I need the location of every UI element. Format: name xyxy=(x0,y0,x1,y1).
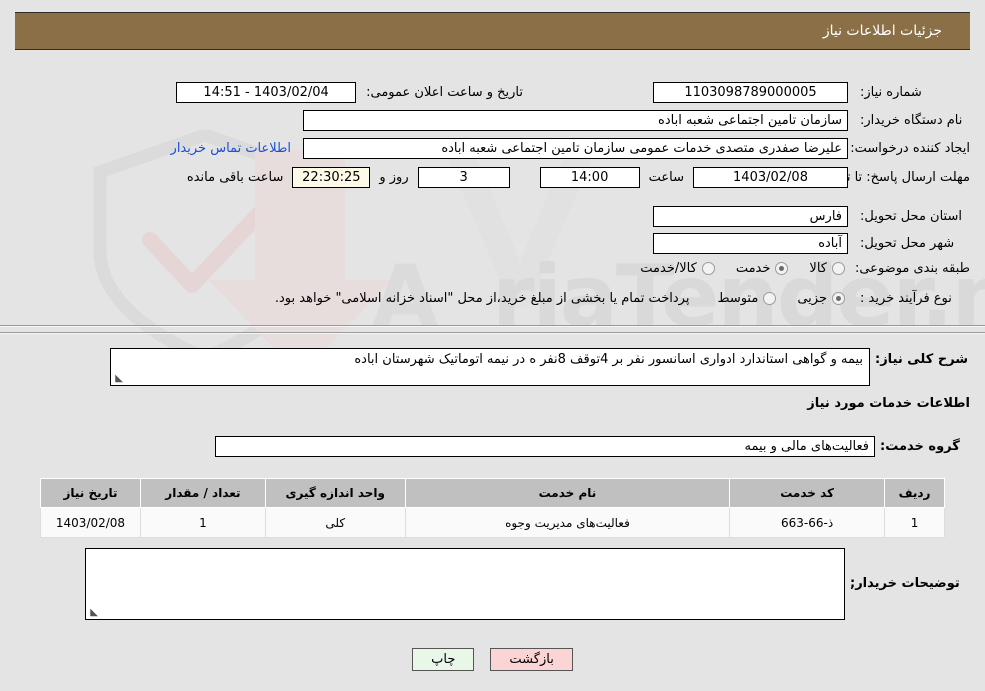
resize-handle-icon[interactable]: ◣ xyxy=(88,608,98,618)
city-label: شهر محل تحویل: xyxy=(860,236,955,251)
table-row[interactable]: 1 ذ-66-663 فعالیت‌های مدیریت وجوه کلی 1 … xyxy=(40,507,945,538)
page-header: جزئیات اطلاعات نیاز xyxy=(15,12,970,50)
province-row: استان محل تحویل: فارس xyxy=(653,206,970,227)
cell-date: 1403/02/08 xyxy=(40,507,141,538)
need-number-label: شماره نیاز: xyxy=(860,85,922,100)
deadline-date-value[interactable]: 1403/02/08 xyxy=(693,167,848,188)
payment-note: پرداخت تمام یا بخشی از مبلغ خرید،از محل … xyxy=(274,291,690,306)
buyer-contact-link[interactable]: اطلاعات تماس خریدار xyxy=(171,141,291,156)
radio-icon[interactable] xyxy=(832,262,845,275)
days-label: روز و xyxy=(379,170,409,185)
purchase-type-option-label: متوسط xyxy=(717,291,759,306)
city-value[interactable]: آباده xyxy=(653,233,848,254)
page-title: جزئیات اطلاعات نیاز xyxy=(822,23,942,39)
radio-icon[interactable] xyxy=(701,262,715,275)
service-group-row: گروه خدمت: فعالیت‌های مالی و بیمه xyxy=(215,436,970,457)
countdown-value: 22:30:25 xyxy=(292,167,371,188)
services-table-wrapper: ردیف کد خدمت نام خدمت واحد اندازه گیری ت… xyxy=(40,478,945,538)
service-group-value[interactable]: فعالیت‌های مالی و بیمه xyxy=(215,436,875,457)
cell-quantity: 1 xyxy=(140,507,266,538)
buyer-notes-row: توضیحات خریدار; ◣ xyxy=(85,548,970,620)
category-option-label: کالا xyxy=(809,261,827,276)
province-label: استان محل تحویل: xyxy=(860,209,962,224)
page-root: riaTender.net A جزئیات اطلاعات نیاز شمار… xyxy=(0,0,985,691)
hour-label: ساعت xyxy=(648,170,684,185)
announce-datetime-value[interactable]: 1403/02/04 - 14:51 xyxy=(176,82,357,103)
col-date: تاریخ نیاز xyxy=(40,478,141,508)
summary-text: بیمه و گواهی استاندارد ادواری اسانسور نف… xyxy=(354,352,863,367)
radio-icon[interactable] xyxy=(832,292,845,305)
summary-row: شرح کلی نیاز: بیمه و گواهی استاندارد ادو… xyxy=(110,348,970,386)
purchase-type-option-motevaset[interactable]: متوسط xyxy=(715,291,779,306)
radio-icon[interactable] xyxy=(763,292,777,305)
category-row: طبقه بندی موضوعی: کالا خدمت کالا/خدمت xyxy=(622,261,970,276)
cell-name: فعالیت‌های مدیریت وجوه xyxy=(404,507,731,538)
buyer-org-label: نام دستگاه خریدار: xyxy=(860,113,963,128)
purchase-type-option-jozi[interactable]: جزیی xyxy=(795,291,848,306)
table-header-row: ردیف کد خدمت نام خدمت واحد اندازه گیری ت… xyxy=(40,478,945,508)
purchase-type-radio-group: جزیی متوسط xyxy=(699,291,848,306)
cell-index: 1 xyxy=(884,507,945,538)
col-code: کد خدمت xyxy=(729,478,886,508)
cell-unit: کلی xyxy=(264,507,406,538)
city-row: شهر محل تحویل: آباده xyxy=(653,233,970,254)
print-button[interactable]: چاپ xyxy=(412,648,475,671)
category-option-khedmat[interactable]: خدمت xyxy=(734,261,792,276)
category-option-label: کالا/خدمت xyxy=(640,261,697,276)
purchase-type-option-label: جزیی xyxy=(797,291,827,306)
resize-handle-icon[interactable]: ◣ xyxy=(113,374,123,384)
category-option-kala[interactable]: کالا xyxy=(807,261,848,276)
category-option-kala-khedmat[interactable]: کالا/خدمت xyxy=(638,261,718,276)
province-value[interactable]: فارس xyxy=(653,206,848,227)
category-option-label: خدمت xyxy=(735,261,771,276)
creator-label: ایجاد کننده درخواست: xyxy=(850,141,970,156)
announce-datetime-row: تاریخ و ساعت اعلان عمومی: 1403/02/04 - 1… xyxy=(176,82,523,103)
col-quantity: تعداد / مقدار xyxy=(140,478,266,508)
announce-datetime-label: تاریخ و ساعت اعلان عمومی: xyxy=(366,85,523,100)
hour-value[interactable]: 14:00 xyxy=(539,167,640,188)
creator-row: ایجاد کننده درخواست: علیرضا صفدری متصدی … xyxy=(171,138,970,159)
purchase-type-label: نوع فرآیند خرید : xyxy=(860,291,952,306)
summary-value[interactable]: بیمه و گواهی استاندارد ادواری اسانسور نف… xyxy=(110,348,870,386)
deadline-label: مهلت ارسال پاسخ: تا تاریخ: xyxy=(820,170,970,185)
purchase-type-row: نوع فرآیند خرید : جزیی متوسط پرداخت تمام… xyxy=(275,291,970,306)
remaining-label: ساعت باقی مانده xyxy=(186,170,284,185)
services-section-title: اطلاعات خدمات مورد نیاز xyxy=(807,396,970,411)
need-number-value[interactable]: 1103098789000005 xyxy=(653,82,848,103)
col-name: نام خدمت xyxy=(404,478,731,508)
summary-label: شرح کلی نیاز: xyxy=(875,352,969,367)
need-number-row: شماره نیاز: 1103098789000005 xyxy=(653,82,970,103)
col-index: ردیف xyxy=(884,478,945,508)
buyer-notes-label: توضیحات خریدار; xyxy=(850,576,960,591)
category-radio-group: کالا خدمت کالا/خدمت xyxy=(622,261,848,276)
radio-icon[interactable] xyxy=(775,262,789,275)
creator-value[interactable]: علیرضا صفدری متصدی خدمات عمومی سازمان تا… xyxy=(303,138,848,159)
buyer-org-value[interactable]: سازمان تامین اجتماعی شعبه اباده xyxy=(303,110,848,131)
service-group-label: گروه خدمت: xyxy=(880,439,960,454)
cell-code: ذ-66-663 xyxy=(729,507,886,538)
services-table: ردیف کد خدمت نام خدمت واحد اندازه گیری ت… xyxy=(40,478,945,538)
buyer-org-row: نام دستگاه خریدار: سازمان تامین اجتماعی … xyxy=(303,110,970,131)
buyer-notes-value[interactable]: ◣ xyxy=(85,548,845,620)
col-unit: واحد اندازه گیری xyxy=(264,478,406,508)
category-label: طبقه بندی موضوعی: xyxy=(854,261,970,276)
back-button[interactable]: بازگشت xyxy=(490,648,573,671)
days-value[interactable]: 3 xyxy=(417,167,510,188)
divider-top-2 xyxy=(0,332,985,334)
footer-buttons: بازگشت چاپ xyxy=(0,648,985,671)
divider-top xyxy=(0,325,985,327)
deadline-row: مهلت ارسال پاسخ: تا تاریخ: 1403/02/08 سا… xyxy=(187,167,970,188)
